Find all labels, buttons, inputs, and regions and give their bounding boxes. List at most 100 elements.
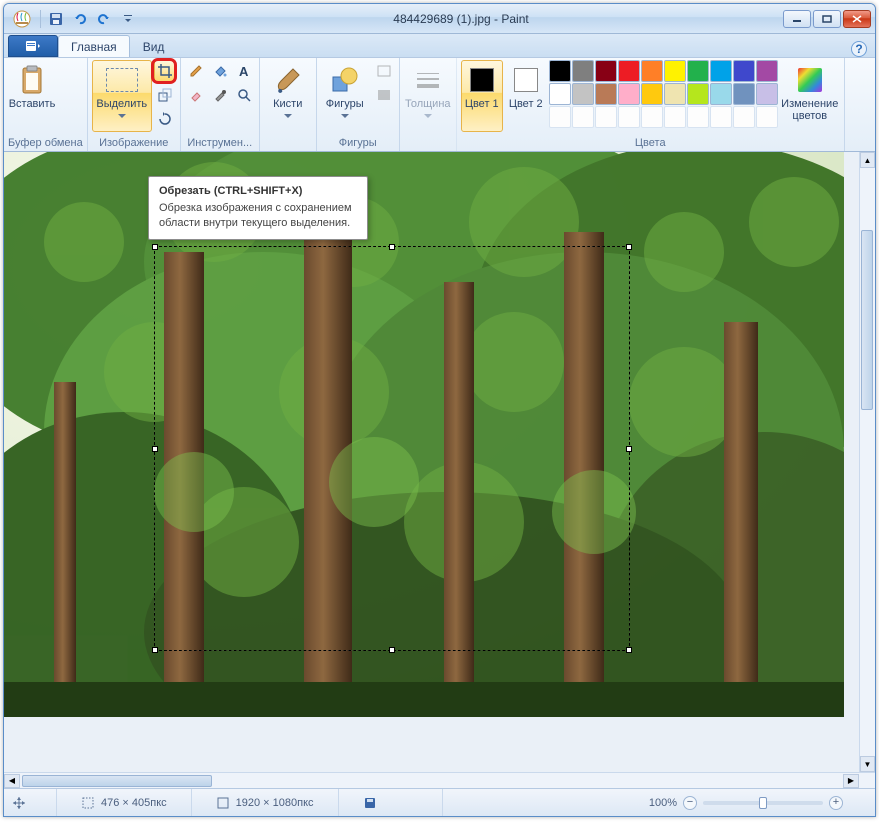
help-button[interactable]: ? [851,41,867,57]
tooltip-body: Обрезка изображения с сохранением област… [159,201,357,231]
color-palette [549,60,778,128]
close-button[interactable] [843,10,871,28]
zoom-level: 100% [649,797,677,809]
text-tool[interactable]: A [233,60,255,82]
color-swatch[interactable] [733,83,755,105]
scroll-left-button[interactable]: ◀ [4,774,20,788]
group-clipboard: Вставить Буфер обмена [4,58,88,151]
outline-button[interactable] [373,60,395,82]
status-filesize [363,789,443,816]
color-swatch-empty[interactable] [664,106,686,128]
fill-icon [376,88,392,102]
eyedropper-icon [213,88,227,102]
color-swatch[interactable] [664,60,686,82]
edit-colors-button[interactable]: Изменение цветов [780,60,840,132]
statusbar: 476 × 405пкс 1920 × 1080пкс 100% − + [4,788,875,816]
paste-button[interactable]: Вставить [8,60,56,132]
tab-view[interactable]: Вид [130,35,178,57]
color-swatch[interactable] [687,60,709,82]
zoom-in-button[interactable]: + [829,796,843,810]
quick-access-toolbar [45,8,139,30]
color-swatch[interactable] [572,83,594,105]
cursor-pos-icon [12,796,26,810]
color1-button[interactable]: Цвет 1 [461,60,503,132]
color-swatch[interactable] [756,60,778,82]
group-colors: Цвет 1 Цвет 2 Изменение цветов Цвета [457,58,845,151]
color-swatch-empty[interactable] [595,106,617,128]
color-swatch[interactable] [664,83,686,105]
selection-rect[interactable] [154,246,630,651]
window-title: 484429689 (1).jpg - Paint [139,12,783,26]
canvas[interactable] [4,152,844,717]
select-button[interactable]: Выделить [92,60,152,132]
tab-home[interactable]: Главная [58,35,130,57]
color-swatch[interactable] [618,60,640,82]
app-icon [12,9,32,29]
color-swatch-empty[interactable] [549,106,571,128]
color-swatch-empty[interactable] [618,106,640,128]
status-image-size: 1920 × 1080пкс [216,789,339,816]
fill-button[interactable] [373,84,395,106]
pencil-tool[interactable] [185,60,207,82]
color-swatch[interactable] [595,83,617,105]
group-shapes: Фигуры Фигуры [317,58,400,151]
redo-button[interactable] [93,8,115,30]
crop-button[interactable] [154,60,176,82]
file-tab[interactable] [8,35,58,57]
scroll-right-button[interactable]: ▶ [843,774,859,788]
status-cursor-pos [12,789,57,816]
group-image: Выделить Изображение [88,58,181,151]
undo-button[interactable] [69,8,91,30]
color2-button[interactable]: Цвет 2 [505,60,547,132]
picker-tool[interactable] [209,84,231,106]
vscroll-thumb[interactable] [861,230,873,410]
eraser-tool[interactable] [185,84,207,106]
rotate-button[interactable] [154,108,176,130]
tooltip-title: Обрезать (CTRL+SHIFT+X) [159,185,357,197]
color-swatch[interactable] [618,83,640,105]
thickness-button[interactable]: Толщина [404,60,452,132]
shapes-icon [329,64,361,96]
color-swatch[interactable] [595,60,617,82]
color-swatch-empty[interactable] [572,106,594,128]
color-swatch[interactable] [756,83,778,105]
zoom-out-button[interactable]: − [683,796,697,810]
color-swatch[interactable] [733,60,755,82]
scroll-up-button[interactable]: ▲ [860,152,875,168]
thickness-icon [412,64,444,96]
magnifier-tool[interactable] [233,84,255,106]
qat-customize-button[interactable] [117,8,139,30]
horizontal-scrollbar[interactable]: ◀ ▶ [4,772,875,788]
color-swatch[interactable] [687,83,709,105]
canvas-scroll-container[interactable] [4,152,859,772]
color-swatch-empty[interactable] [756,106,778,128]
minimize-button[interactable] [783,10,811,28]
color-swatch[interactable] [710,83,732,105]
color-swatch-empty[interactable] [687,106,709,128]
resize-button[interactable] [154,84,176,106]
rotate-icon [157,111,173,127]
fill-tool[interactable] [209,60,231,82]
select-icon [106,68,138,92]
scroll-down-button[interactable]: ▼ [860,756,875,772]
shapes-button[interactable]: Фигуры [321,60,369,132]
crop-icon [157,63,173,79]
color-swatch[interactable] [641,83,663,105]
zoom-slider[interactable] [703,801,823,805]
save-button[interactable] [45,8,67,30]
group-tools: A Инструмен... [181,58,260,151]
selection-size-icon [81,796,95,810]
hscroll-thumb[interactable] [22,775,212,787]
brushes-button[interactable]: Кисти [264,60,312,132]
color-swatch[interactable] [641,60,663,82]
pencil-icon [189,64,203,78]
color-swatch[interactable] [710,60,732,82]
color-swatch[interactable] [549,60,571,82]
color-swatch[interactable] [549,83,571,105]
color-swatch[interactable] [572,60,594,82]
maximize-button[interactable] [813,10,841,28]
vertical-scrollbar[interactable]: ▲ ▼ [859,152,875,772]
color-swatch-empty[interactable] [733,106,755,128]
color-swatch-empty[interactable] [710,106,732,128]
color-swatch-empty[interactable] [641,106,663,128]
